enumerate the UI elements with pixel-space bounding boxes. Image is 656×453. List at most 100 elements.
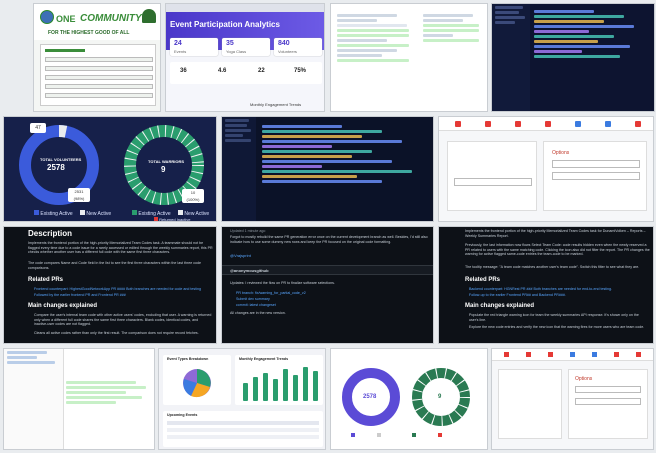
pr-intro: Implements the frontend portion of the h… [465,229,646,238]
form-field[interactable] [45,93,153,98]
tile-volunteer-donuts: 47 TOTAL VOLUNTEERS 2578 2531 (98%) TOTAL… [3,116,217,222]
pr-heading: Description [28,229,73,238]
upcoming-table: Upcoming Events [163,411,323,447]
tile-options-form-2: Options [491,348,654,450]
tile-devtools [3,348,155,450]
legend [351,433,471,439]
donut1-title: TOTAL VOLUNTEERS [40,157,82,162]
browser-bar [166,4,324,12]
logo[interactable]: ONE COMMUNITY [38,8,158,28]
comment-bullet[interactable]: PR branch: fix/warning_for_partial_code_… [236,291,306,295]
trend-bar [293,375,298,401]
tile-onecommunity-site: ONE COMMUNITY FOR THE HIGHEST GOOD OF AL… [33,3,161,112]
donut1-value: 2578 [363,394,377,400]
changes-heading: Main changes explained [28,303,98,309]
panel-right: Options [568,369,648,439]
badge-top: 47 [30,123,46,133]
devtools-code [66,379,154,406]
tile-pr-description-2: Implements the frontend portion of the h… [438,226,654,344]
mention-link[interactable]: @Vrajsprint [230,253,251,258]
change-item: Compare the user's internal team code wi… [34,313,212,327]
select-field[interactable] [454,178,532,186]
tab-strip [439,117,653,131]
card-monthly-trends: Monthly Engagement Trends [235,355,323,405]
options-label: Options [575,376,593,382]
donut1-value: 2578 [47,163,65,172]
donut1-slice [58,125,68,138]
pr-intro: Implements the frontend portion of the h… [28,241,213,255]
trend-bar [253,377,258,401]
changes-heading: Main changes explained [465,303,535,309]
file-tree [492,4,530,111]
donut2-value: 9 [161,165,166,174]
text-field[interactable] [575,398,641,405]
globe-icon [40,10,54,24]
tile-code-editor-1 [330,3,488,112]
panel-right: Options [543,141,647,211]
trend-bar [273,379,278,401]
form-field[interactable] [45,75,153,80]
text-field[interactable] [552,172,640,180]
stat-row: 24 Events 35 Yoga Class 840 Volunteers [170,38,322,56]
trend-bar [263,373,268,401]
comment-footer: All changes are in the new version. [230,311,286,315]
comment-body: Forgot to mostly rebuild the same PR gen… [230,235,428,244]
change-item: Explore the new code entries and verify … [469,325,645,329]
comment-header: @anonymousgithub [222,265,433,275]
tile-pr-comments: Updated 1 minute ago Forgot to mostly re… [221,226,434,344]
trend-bar [303,367,308,401]
tile-donuts-light: 2578 9 [330,348,488,450]
dashboard-title: Event Participation Analytics [170,20,280,29]
options-label: Options [552,150,570,156]
form-field[interactable] [45,84,153,89]
logo-text-left: ONE [56,14,76,24]
form-field[interactable] [45,57,153,62]
tile-code-editor-3 [221,116,434,222]
comment-bullet[interactable]: Submit dev summary [236,297,270,301]
badge-bottom: 2531 (98%) [68,188,90,202]
form-field[interactable] [45,66,153,71]
code-area [262,123,432,185]
tree-icon [142,9,156,23]
legend-volunteers: Existing Active New Active [34,210,111,217]
change-item: Cleans all active codes rather than only… [34,331,199,335]
stat-card: 35 Yoga Class [222,38,270,56]
badge-right: 10 (100%) [182,189,204,203]
tile-options-form-1: Options [438,116,654,222]
tile-pr-description-1: Description Implements the frontend port… [3,226,217,344]
site-header: ONE COMMUNITY FOR THE HIGHEST GOOD OF AL… [34,4,160,40]
related-heading: Related PRs [28,277,64,283]
pie-chart [183,369,211,398]
file-tree [222,117,256,221]
legend-warriors-returned: Returned Inactive [154,217,190,221]
login-form [40,44,156,106]
comment-updated: Updated 1 minute ago [230,229,266,233]
donut2-value: 9 [438,394,442,400]
legend-warriors: Existing Active New Active [132,210,209,217]
pr-paragraph: The tooltip message: "A team code matche… [465,265,640,269]
text-field[interactable] [552,160,640,168]
tile-dashboard-widgets: Event Types Breakdown Monthly Engagement… [158,348,326,450]
logo-text-right: COMMUNITY [80,13,142,24]
stat-card: 24 Events [170,38,218,56]
trend-bar [283,369,288,401]
related-item[interactable]: Frontend counterpart: HighestGoodNetwork… [34,287,212,292]
comment-text: Updates: I reviewed the flow on PR to fi… [230,281,335,285]
panel-left [498,369,562,439]
tile-analytics-dashboard: Event Participation Analytics 24 Events … [165,3,325,112]
comment-bullet[interactable]: commit: latest changeset [236,303,276,307]
comment-user[interactable]: @anonymousgithub [230,268,269,273]
devtools-left [4,349,64,449]
pr-paragraph: Previously, the last information now flo… [465,243,650,257]
related-heading: Related PRs [465,277,501,283]
related-item[interactable]: Followed by the earlier frontend PR and … [34,293,212,298]
tab-strip [492,349,653,361]
pr-sub: The code compares Name and Code field in… [28,261,201,270]
code-area [534,8,654,60]
chart-title: Monthly Engagement Trends [250,102,302,107]
related-item[interactable]: Backend counterpart: HGNRest PR ### Both… [469,287,649,292]
donut2-title: TOTAL WARRIORS [148,159,184,164]
trend-bar [313,371,318,401]
related-item[interactable]: Follow-up to the earlier Frontend PR## a… [469,293,649,298]
text-field[interactable] [575,386,641,393]
